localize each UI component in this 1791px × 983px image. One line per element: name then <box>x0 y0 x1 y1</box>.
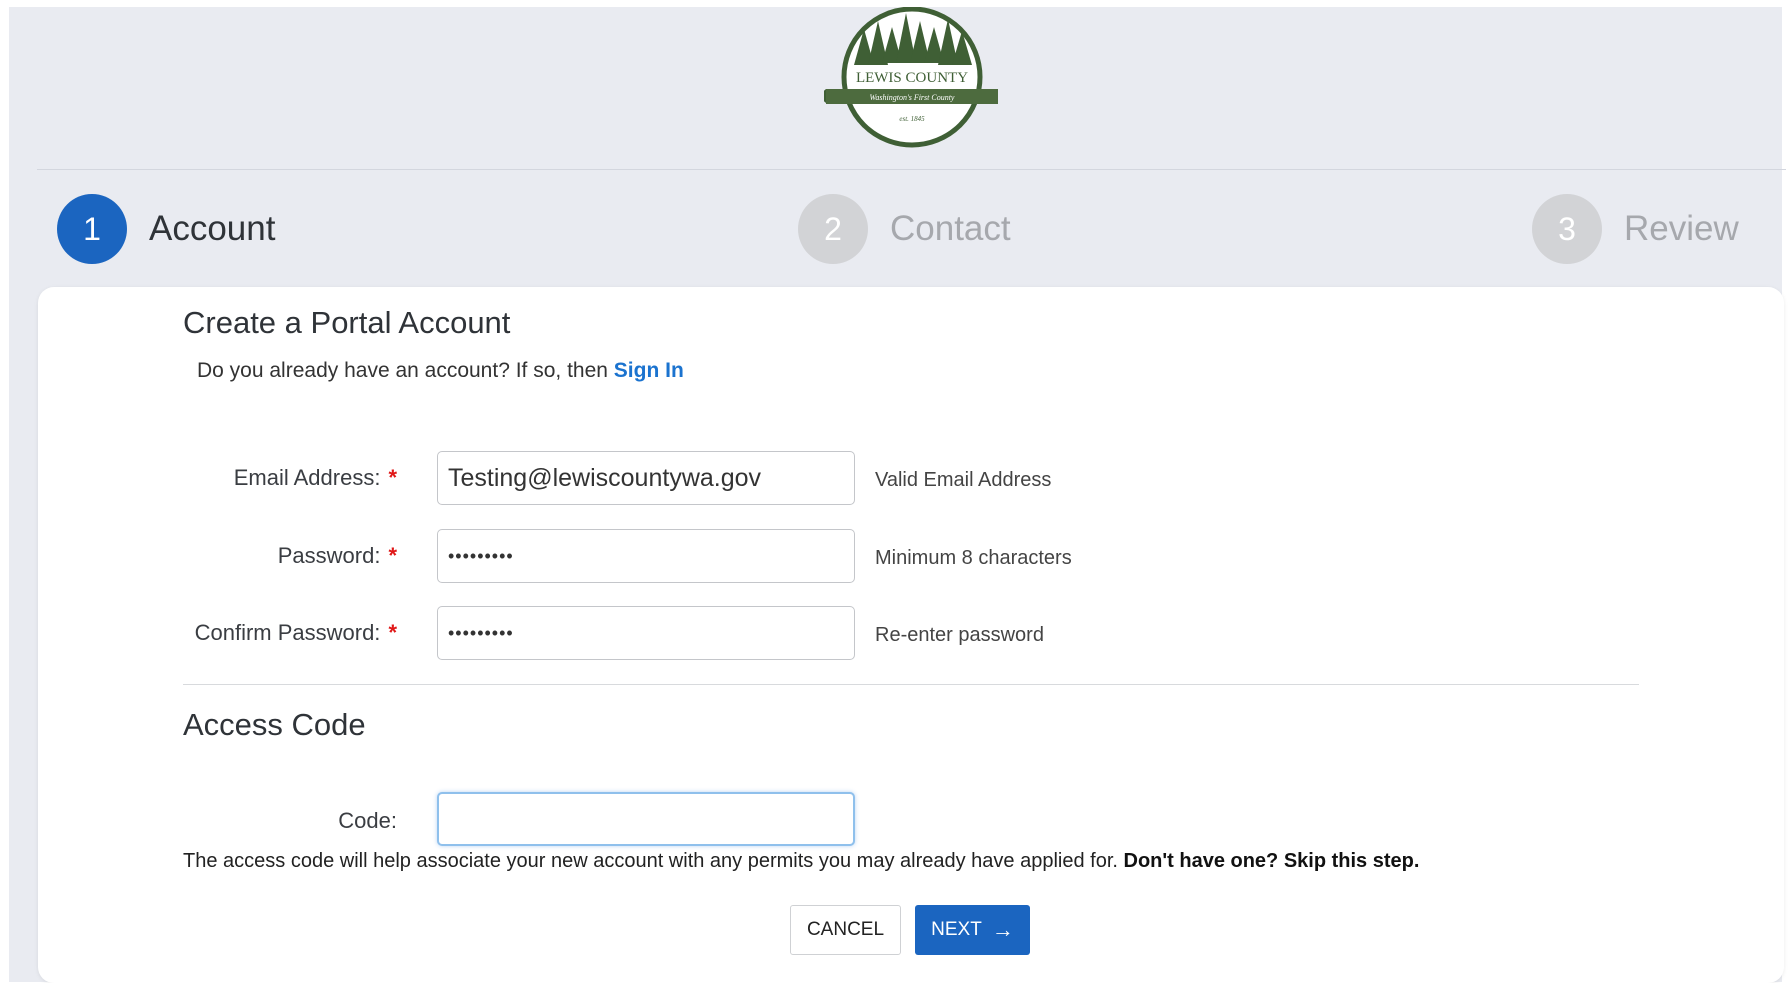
access-code-row: Code: <box>38 792 1784 848</box>
next-button[interactable]: NEXT → <box>915 905 1030 955</box>
access-code-title: Access Code <box>183 707 366 742</box>
password-hint: Minimum 8 characters <box>875 547 1072 569</box>
lewis-county-logo: LEWIS COUNTY Washington's First County e… <box>824 7 998 148</box>
email-field[interactable] <box>437 451 855 505</box>
svg-text:Washington's First County: Washington's First County <box>870 93 955 102</box>
required-asterisk: * <box>388 620 397 645</box>
access-code-field[interactable] <box>437 792 855 846</box>
email-hint: Valid Email Address <box>875 469 1052 491</box>
next-button-label: NEXT <box>931 919 982 940</box>
page-background: LEWIS COUNTY Washington's First County e… <box>9 7 1786 983</box>
access-code-note: The access code will help associate your… <box>183 850 1419 873</box>
step-contact[interactable]: 2 Contact <box>798 193 1011 265</box>
arrow-right-icon: → <box>991 917 1014 942</box>
access-code-note-text: The access code will help associate your… <box>183 850 1118 872</box>
confirm-password-hint: Re-enter password <box>875 624 1044 646</box>
confirm-password-label: Confirm Password: * <box>194 620 397 645</box>
email-row: Email Address:* Valid Email Address <box>38 451 1784 507</box>
step-2-label: Contact <box>890 209 1011 248</box>
password-field[interactable] <box>437 529 855 583</box>
required-asterisk: * <box>388 465 397 490</box>
sign-in-link[interactable]: Sign In <box>614 359 684 382</box>
step-account[interactable]: 1 Account <box>57 193 275 265</box>
confirm-password-row: Confirm Password:* Re-enter password <box>38 606 1784 662</box>
password-row: Password:* Minimum 8 characters <box>38 529 1784 585</box>
cancel-button[interactable]: CANCEL <box>790 905 901 955</box>
svg-text:est. 1845: est. 1845 <box>899 115 925 123</box>
step-2-circle: 2 <box>798 194 868 264</box>
step-review[interactable]: 3 Review <box>1532 193 1739 265</box>
code-label: Code: <box>338 808 397 833</box>
signin-prompt-text: Do you already have an account? If so, t… <box>197 359 608 382</box>
header-divider <box>37 169 1786 170</box>
section-divider <box>183 684 1639 685</box>
create-account-title: Create a Portal Account <box>183 305 511 340</box>
svg-text:LEWIS COUNTY: LEWIS COUNTY <box>856 70 968 86</box>
step-3-circle: 3 <box>1532 194 1602 264</box>
step-1-label: Account <box>149 209 276 248</box>
step-3-label: Review <box>1624 209 1739 248</box>
email-label: Email Address: * <box>233 465 397 490</box>
confirm-password-field[interactable] <box>437 606 855 660</box>
password-label: Password: * <box>277 543 397 568</box>
skip-step-text: Don't have one? Skip this step. <box>1123 850 1420 872</box>
step-1-circle: 1 <box>57 194 127 264</box>
registration-card: Create a Portal Account Do you already h… <box>38 287 1784 983</box>
required-asterisk: * <box>388 543 397 568</box>
signin-prompt: Do you already have an account? If so, t… <box>197 359 684 383</box>
